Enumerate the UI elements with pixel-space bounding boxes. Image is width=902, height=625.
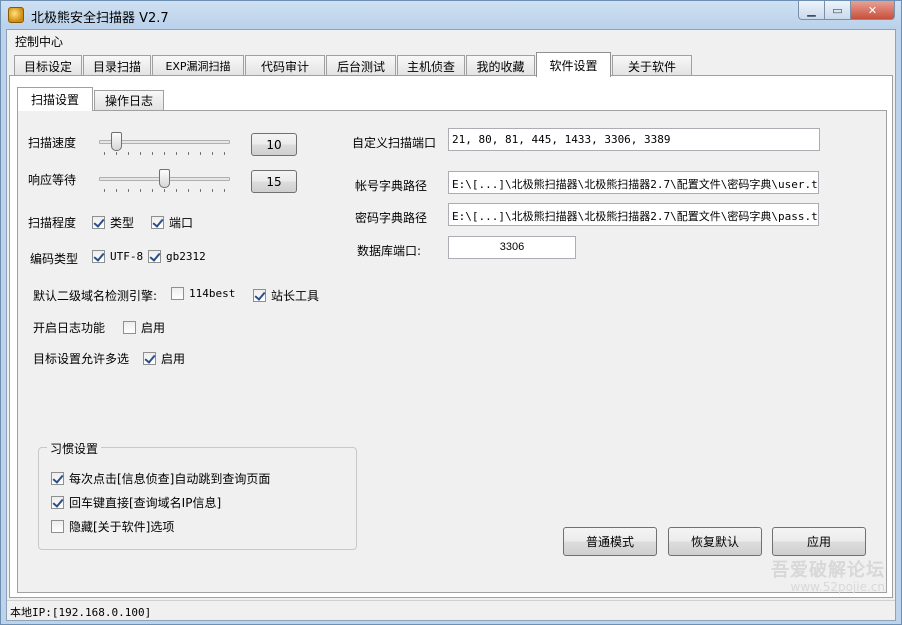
checkbox-box[interactable]	[151, 216, 164, 229]
normal-mode-button[interactable]: 普通模式	[563, 527, 657, 556]
db-port-input[interactable]: 3306	[448, 236, 576, 259]
watermark-line2: www.52pojie.cn	[790, 579, 885, 594]
depth-type-checkbox[interactable]: 类型	[92, 214, 134, 231]
encoding-utf8-checkbox[interactable]: UTF-8	[92, 250, 143, 263]
settings-panel: 扫描设置 操作日志 扫描速度 10 响应等待 15 扫描程度 类型 端口 编码类…	[9, 75, 893, 598]
checkbox-box[interactable]	[253, 289, 266, 302]
checkbox-box[interactable]	[51, 520, 64, 533]
engine-114best-checkbox[interactable]: 114best	[171, 287, 235, 300]
habit-hide-about-checkbox[interactable]: 隐藏[关于软件]选项	[51, 518, 174, 535]
tab-code-audit[interactable]: 代码审计	[245, 55, 325, 76]
tab-about[interactable]: 关于软件	[612, 55, 692, 76]
checkbox-box[interactable]	[123, 321, 136, 334]
tab-host-recon[interactable]: 主机侦查	[397, 55, 465, 76]
depth-type-label: 类型	[110, 216, 135, 230]
timeout-value-button[interactable]: 15	[251, 170, 297, 193]
timeout-slider-thumb[interactable]	[159, 169, 170, 188]
encoding-utf8-label: UTF-8	[110, 250, 144, 263]
engine-chinaz-label: 站长工具	[271, 289, 320, 303]
speed-slider-thumb[interactable]	[111, 132, 122, 151]
multi-select-checkbox[interactable]: 启用	[143, 350, 185, 367]
app-window: 北极熊安全扫描器 V2.7 ▁ ▭ ✕ 控制中心 目标设定 目录扫描 EXP漏洞…	[0, 0, 902, 625]
speed-label: 扫描速度	[28, 136, 77, 150]
encoding-gb2312-checkbox[interactable]: gb2312	[148, 250, 206, 263]
apply-button[interactable]: 应用	[772, 527, 866, 556]
pass-dict-label: 密码字典路径	[355, 211, 428, 225]
depth-port-label: 端口	[169, 216, 194, 230]
checkbox-box[interactable]	[51, 472, 64, 485]
speed-slider[interactable]	[91, 129, 238, 155]
habit-settings-title: 习惯设置	[47, 440, 102, 457]
depth-label: 扫描程度	[28, 216, 77, 230]
engine-114best-label: 114best	[189, 287, 236, 300]
pass-dict-input[interactable]: E:\[...]\北极熊扫描器\北极熊扫描器2.7\配置文件\密码字典\pass…	[448, 203, 819, 226]
app-bear-icon	[8, 7, 24, 23]
habit-enter-query-label: 回车键直接[查询域名IP信息]	[69, 496, 222, 510]
log-feature-label: 开启日志功能	[33, 321, 106, 335]
client-area: 控制中心 目标设定 目录扫描 EXP漏洞扫描 代码审计 后台测试 主机侦查 我的…	[6, 29, 896, 621]
tab-backend-test[interactable]: 后台测试	[326, 55, 396, 76]
maximize-button[interactable]: ▭	[825, 1, 851, 20]
checkbox-box[interactable]	[148, 250, 161, 263]
window-controls: ▁ ▭ ✕	[798, 1, 895, 21]
log-enable-label: 启用	[141, 321, 166, 335]
habit-enter-query-checkbox[interactable]: 回车键直接[查询域名IP信息]	[51, 494, 221, 511]
engine-chinaz-checkbox[interactable]: 站长工具	[253, 287, 319, 304]
encoding-gb2312-label: gb2312	[166, 250, 206, 263]
local-ip-status: 本地IP:[192.168.0.100]	[10, 606, 152, 619]
habit-settings-group: 习惯设置 每次点击[信息侦查]自动跳到查询页面 回车键直接[查询域名IP信息] …	[38, 440, 357, 550]
multi-select-label: 目标设置允许多选	[33, 352, 130, 366]
db-port-label: 数据库端口:	[357, 244, 422, 258]
user-dict-input[interactable]: E:\[...]\北极熊扫描器\北极熊扫描器2.7\配置文件\密码字典\user…	[448, 171, 819, 194]
timeout-slider-ticks	[104, 189, 225, 192]
tab-target-settings[interactable]: 目标设定	[14, 55, 82, 76]
depth-port-checkbox[interactable]: 端口	[151, 214, 193, 231]
scan-settings-panel: 扫描速度 10 响应等待 15 扫描程度 类型 端口 编码类型 UTF-8 gb…	[17, 110, 887, 593]
encoding-label: 编码类型	[30, 252, 79, 266]
habit-auto-jump-label: 每次点击[信息侦查]自动跳到查询页面	[69, 472, 271, 486]
checkbox-box[interactable]	[143, 352, 156, 365]
watermark: 吾爱破解论坛 www.52pojie.cn	[771, 561, 885, 594]
tab-directory-scan[interactable]: 目录扫描	[83, 55, 151, 76]
main-tabs: 目标设定 目录扫描 EXP漏洞扫描 代码审计 后台测试 主机侦查 我的收藏 软件…	[7, 52, 895, 77]
subdomain-engine-label: 默认二级域名检测引擎:	[33, 289, 158, 303]
restore-default-button[interactable]: 恢复默认	[668, 527, 762, 556]
checkbox-box[interactable]	[92, 250, 105, 263]
menu-control-center[interactable]: 控制中心	[15, 33, 63, 50]
title-bar[interactable]: 北极熊安全扫描器 V2.7 ▁ ▭ ✕	[1, 1, 901, 29]
timeout-label: 响应等待	[28, 173, 77, 187]
checkbox-box[interactable]	[51, 496, 64, 509]
speed-slider-ticks	[104, 152, 225, 155]
custom-ports-input[interactable]: 21, 80, 81, 445, 1433, 3306, 3389	[448, 128, 820, 151]
multi-select-enable-label: 启用	[161, 352, 186, 366]
timeout-slider[interactable]	[91, 166, 238, 192]
checkbox-box[interactable]	[171, 287, 184, 300]
tab-exp-scan[interactable]: EXP漏洞扫描	[152, 55, 244, 76]
tab-software-settings[interactable]: 软件设置	[536, 52, 611, 77]
watermark-line1: 吾爱破解论坛	[771, 560, 885, 582]
habit-hide-about-label: 隐藏[关于软件]选项	[69, 520, 175, 534]
minimize-button[interactable]: ▁	[798, 1, 825, 20]
window-title: 北极熊安全扫描器 V2.7	[31, 11, 169, 26]
user-dict-label: 帐号字典路径	[355, 179, 428, 193]
checkbox-box[interactable]	[92, 216, 105, 229]
close-button[interactable]: ✕	[851, 1, 895, 20]
menu-bar: 控制中心	[7, 30, 895, 50]
subtab-scan-settings[interactable]: 扫描设置	[17, 87, 93, 111]
custom-ports-label: 自定义扫描端口	[352, 136, 437, 150]
habit-auto-jump-checkbox[interactable]: 每次点击[信息侦查]自动跳到查询页面	[51, 470, 270, 487]
log-enable-checkbox[interactable]: 启用	[123, 319, 165, 336]
subtab-operation-log[interactable]: 操作日志	[94, 90, 164, 110]
tab-favorites[interactable]: 我的收藏	[466, 55, 535, 76]
speed-value-button[interactable]: 10	[251, 133, 297, 156]
status-bar: 本地IP:[192.168.0.100]	[7, 600, 895, 620]
